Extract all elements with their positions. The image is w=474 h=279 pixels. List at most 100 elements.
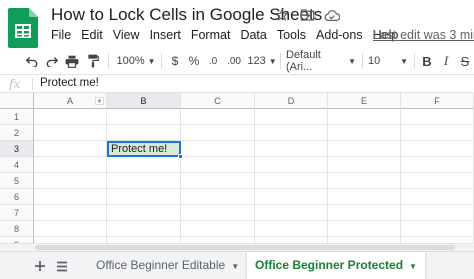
- tab-office-beginner-protected[interactable]: Office Beginner Protected ▼: [247, 252, 425, 279]
- cell-c1[interactable]: [181, 109, 255, 125]
- cell-f8[interactable]: [401, 221, 474, 237]
- cell-f2[interactable]: [401, 125, 474, 141]
- cell-b5[interactable]: [107, 173, 181, 189]
- row-header-4[interactable]: 4: [0, 157, 34, 173]
- menu-tools[interactable]: Tools: [277, 28, 306, 42]
- redo-icon[interactable]: [44, 53, 60, 69]
- move-to-folder-icon[interactable]: [299, 7, 315, 23]
- cell-a4[interactable]: [34, 157, 107, 173]
- cell-d6[interactable]: [255, 189, 328, 205]
- select-all-corner[interactable]: [0, 93, 34, 109]
- cell-e7[interactable]: [328, 205, 401, 221]
- tab-office-beginner-editable[interactable]: Office Beginner Editable ▼: [88, 252, 247, 279]
- row-header-2[interactable]: 2: [0, 125, 34, 141]
- cell-e5[interactable]: [328, 173, 401, 189]
- zoom-select[interactable]: 100% ▼: [116, 53, 156, 69]
- chevron-down-icon[interactable]: ▼: [231, 262, 239, 271]
- row-header-6[interactable]: 6: [0, 189, 34, 205]
- menu-insert[interactable]: Insert: [150, 28, 181, 42]
- cell-a1[interactable]: [34, 109, 107, 125]
- fill-handle[interactable]: [178, 154, 183, 159]
- sheets-logo-icon[interactable]: [8, 8, 38, 48]
- row-header-3[interactable]: 3: [0, 141, 34, 157]
- cell-c4[interactable]: [181, 157, 255, 173]
- cell-a3[interactable]: [34, 141, 107, 157]
- cell-c7[interactable]: [181, 205, 255, 221]
- chevron-down-icon[interactable]: ▼: [409, 262, 417, 271]
- italic-button[interactable]: I: [440, 53, 452, 69]
- star-icon[interactable]: [274, 7, 290, 23]
- filter-dropdown-icon[interactable]: ▼: [95, 97, 104, 105]
- all-sheets-icon[interactable]: [54, 258, 70, 274]
- row-header-5[interactable]: 5: [0, 173, 34, 189]
- cell-c5[interactable]: [181, 173, 255, 189]
- column-header-e[interactable]: E: [328, 93, 401, 109]
- undo-icon[interactable]: [24, 53, 40, 69]
- cell-e1[interactable]: [328, 109, 401, 125]
- menu-edit[interactable]: Edit: [81, 28, 103, 42]
- menu-file[interactable]: File: [51, 28, 71, 42]
- menu-data[interactable]: Data: [240, 28, 266, 42]
- cell-f5[interactable]: [401, 173, 474, 189]
- cell-a6[interactable]: [34, 189, 107, 205]
- decrease-decimal-button[interactable]: .0: [205, 53, 221, 69]
- cell-c8[interactable]: [181, 221, 255, 237]
- cell-d8[interactable]: [255, 221, 328, 237]
- column-header-b[interactable]: B: [107, 93, 181, 109]
- column-header-f[interactable]: F: [401, 93, 474, 109]
- horizontal-scrollbar[interactable]: [0, 243, 474, 251]
- cell-b6[interactable]: [107, 189, 181, 205]
- cell-a8[interactable]: [34, 221, 107, 237]
- cell-d7[interactable]: [255, 205, 328, 221]
- cell-f7[interactable]: [401, 205, 474, 221]
- cell-f1[interactable]: [401, 109, 474, 125]
- menu-view[interactable]: View: [113, 28, 140, 42]
- last-edit-link[interactable]: Last edit was 3 minute: [373, 28, 474, 42]
- cell-d3[interactable]: [255, 141, 328, 157]
- cell-b7[interactable]: [107, 205, 181, 221]
- cell-e2[interactable]: [328, 125, 401, 141]
- cell-f6[interactable]: [401, 189, 474, 205]
- cell-b8[interactable]: [107, 221, 181, 237]
- font-family-select[interactable]: Default (Ari... ▼: [286, 49, 356, 73]
- cell-a7[interactable]: [34, 205, 107, 221]
- cell-d1[interactable]: [255, 109, 328, 125]
- strikethrough-button[interactable]: S: [458, 53, 472, 69]
- bold-button[interactable]: B: [420, 53, 434, 69]
- row-header-1[interactable]: 1: [0, 109, 34, 125]
- scrollbar-thumb[interactable]: [35, 245, 455, 250]
- print-icon[interactable]: [64, 53, 80, 69]
- cell-b1[interactable]: [107, 109, 181, 125]
- cell-d2[interactable]: [255, 125, 328, 141]
- column-header-c[interactable]: C: [181, 93, 255, 109]
- cell-e4[interactable]: [328, 157, 401, 173]
- cell-b4[interactable]: [107, 157, 181, 173]
- cell-d5[interactable]: [255, 173, 328, 189]
- percent-format-button[interactable]: %: [187, 53, 201, 69]
- currency-format-button[interactable]: $: [168, 53, 182, 69]
- cell-a5[interactable]: [34, 173, 107, 189]
- cell-f3[interactable]: [401, 141, 474, 157]
- cell-e3[interactable]: [328, 141, 401, 157]
- cell-e6[interactable]: [328, 189, 401, 205]
- column-header-d[interactable]: D: [255, 93, 328, 109]
- font-size-select[interactable]: 10 ▼: [368, 53, 408, 69]
- menu-format[interactable]: Format: [191, 28, 231, 42]
- cloud-status-icon[interactable]: [324, 7, 340, 23]
- more-formats-select[interactable]: 123 ▼: [247, 53, 276, 69]
- add-sheet-icon[interactable]: [32, 258, 48, 274]
- cell-c6[interactable]: [181, 189, 255, 205]
- paint-format-icon[interactable]: [85, 53, 101, 69]
- cell-f4[interactable]: [401, 157, 474, 173]
- formula-input[interactable]: Protect me!: [40, 77, 99, 89]
- cell-d4[interactable]: [255, 157, 328, 173]
- spreadsheet-grid[interactable]: A ▼ B C D E F 1 2 3 4 5 6 7 8 9 Protect …: [0, 93, 474, 243]
- row-header-8[interactable]: 8: [0, 221, 34, 237]
- cell-b2[interactable]: [107, 125, 181, 141]
- cell-c3[interactable]: [181, 141, 255, 157]
- increase-decimal-button[interactable]: .00: [224, 53, 244, 69]
- active-cell-b3[interactable]: Protect me!: [107, 141, 181, 157]
- cell-a2[interactable]: [34, 125, 107, 141]
- cell-c2[interactable]: [181, 125, 255, 141]
- menu-addons[interactable]: Add-ons: [316, 28, 363, 42]
